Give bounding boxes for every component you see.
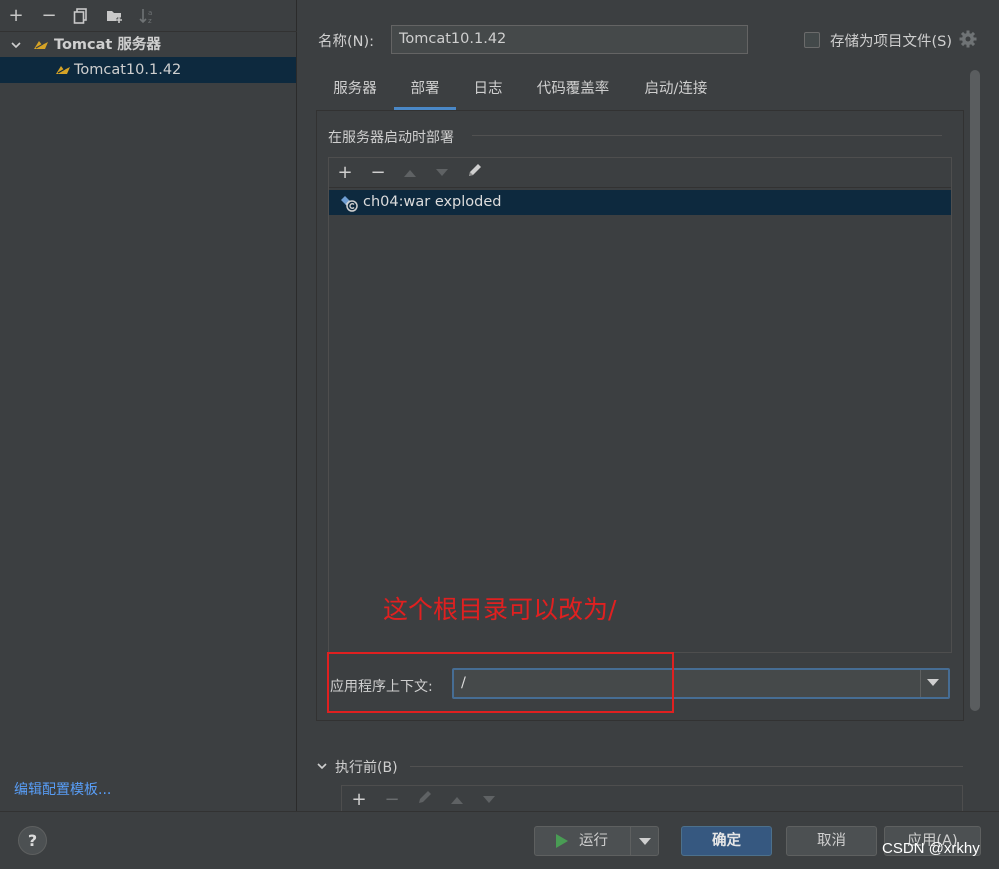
svg-text:a: a bbox=[148, 9, 152, 17]
name-label: 名称(N): bbox=[318, 34, 375, 50]
heading-divider bbox=[472, 135, 942, 136]
remove-artifact-icon[interactable]: − bbox=[366, 161, 390, 185]
before-launch-divider bbox=[410, 766, 963, 767]
help-button[interactable]: ? bbox=[18, 826, 47, 855]
tab-startup-connection[interactable]: 启动/连接 bbox=[632, 70, 720, 110]
store-as-project-checkbox[interactable] bbox=[804, 32, 820, 48]
red-annotation-text: 这个根目录可以改为/ bbox=[383, 595, 617, 624]
tab-deployment[interactable]: 部署 bbox=[394, 70, 456, 110]
tree-group-tomcat[interactable]: Tomcat 服务器 bbox=[0, 32, 296, 58]
tab-code-coverage[interactable]: 代码覆盖率 bbox=[524, 70, 622, 110]
before-launch-label[interactable]: 执行前(B) bbox=[335, 757, 398, 777]
remove-config-icon[interactable]: − bbox=[38, 5, 60, 27]
tree-item-tomcat10[interactable]: Tomcat10.1.42 bbox=[0, 57, 296, 83]
sort-icon[interactable]: az bbox=[136, 5, 158, 27]
store-as-project-label: 存储为项目文件(S) bbox=[830, 34, 953, 50]
vertical-scrollbar[interactable] bbox=[970, 70, 980, 711]
run-button[interactable]: 运行 bbox=[534, 826, 631, 856]
chevron-down-icon[interactable] bbox=[10, 32, 22, 58]
tab-logs[interactable]: 日志 bbox=[462, 70, 514, 110]
left-panel bbox=[0, 0, 297, 811]
config-toolbar: + − az bbox=[0, 0, 297, 32]
play-icon bbox=[556, 834, 568, 848]
name-input[interactable]: Tomcat10.1.42 bbox=[391, 25, 748, 54]
edit-templates-link[interactable]: 编辑配置模板... bbox=[14, 779, 111, 799]
copy-config-icon[interactable] bbox=[70, 5, 92, 27]
watermark: CSDN @xrkhy bbox=[882, 840, 980, 857]
ok-button[interactable]: 确定 bbox=[681, 826, 772, 856]
add-config-icon[interactable]: + bbox=[5, 5, 27, 27]
tomcat-icon bbox=[33, 32, 49, 58]
svg-text:z: z bbox=[148, 17, 152, 25]
red-annotation-box bbox=[327, 652, 674, 713]
chevron-down-icon bbox=[639, 838, 651, 845]
tomcat-icon bbox=[55, 57, 71, 83]
edit-task-icon[interactable] bbox=[413, 788, 437, 812]
tab-server[interactable]: 服务器 bbox=[322, 70, 388, 110]
move-down-icon[interactable] bbox=[430, 161, 454, 185]
artifact-icon bbox=[339, 194, 359, 221]
edit-artifact-icon[interactable] bbox=[463, 161, 487, 185]
chevron-down-icon[interactable] bbox=[927, 679, 939, 686]
tree-group-label: Tomcat 服务器 bbox=[54, 37, 161, 53]
deploy-on-startup-heading: 在服务器启动时部署 bbox=[328, 130, 454, 146]
deployment-list-toolbar: + − bbox=[329, 158, 951, 188]
chevron-down-icon[interactable] bbox=[316, 760, 328, 775]
add-artifact-icon[interactable]: + bbox=[333, 161, 357, 185]
add-task-icon[interactable]: + bbox=[347, 788, 371, 812]
move-down-icon[interactable] bbox=[477, 788, 501, 812]
gear-icon[interactable] bbox=[958, 29, 978, 49]
deployment-list[interactable] bbox=[328, 157, 952, 653]
remove-task-icon[interactable]: − bbox=[380, 788, 404, 812]
artifact-label: ch04:war exploded bbox=[363, 194, 502, 210]
folder-add-icon[interactable] bbox=[104, 5, 126, 27]
artifact-row[interactable]: ch04:war exploded bbox=[329, 190, 951, 215]
move-up-icon[interactable] bbox=[445, 788, 469, 812]
move-up-icon[interactable] bbox=[398, 161, 422, 185]
tree-item-label: Tomcat10.1.42 bbox=[74, 62, 182, 78]
cancel-button[interactable]: 取消 bbox=[786, 826, 877, 856]
combo-separator bbox=[920, 670, 921, 697]
